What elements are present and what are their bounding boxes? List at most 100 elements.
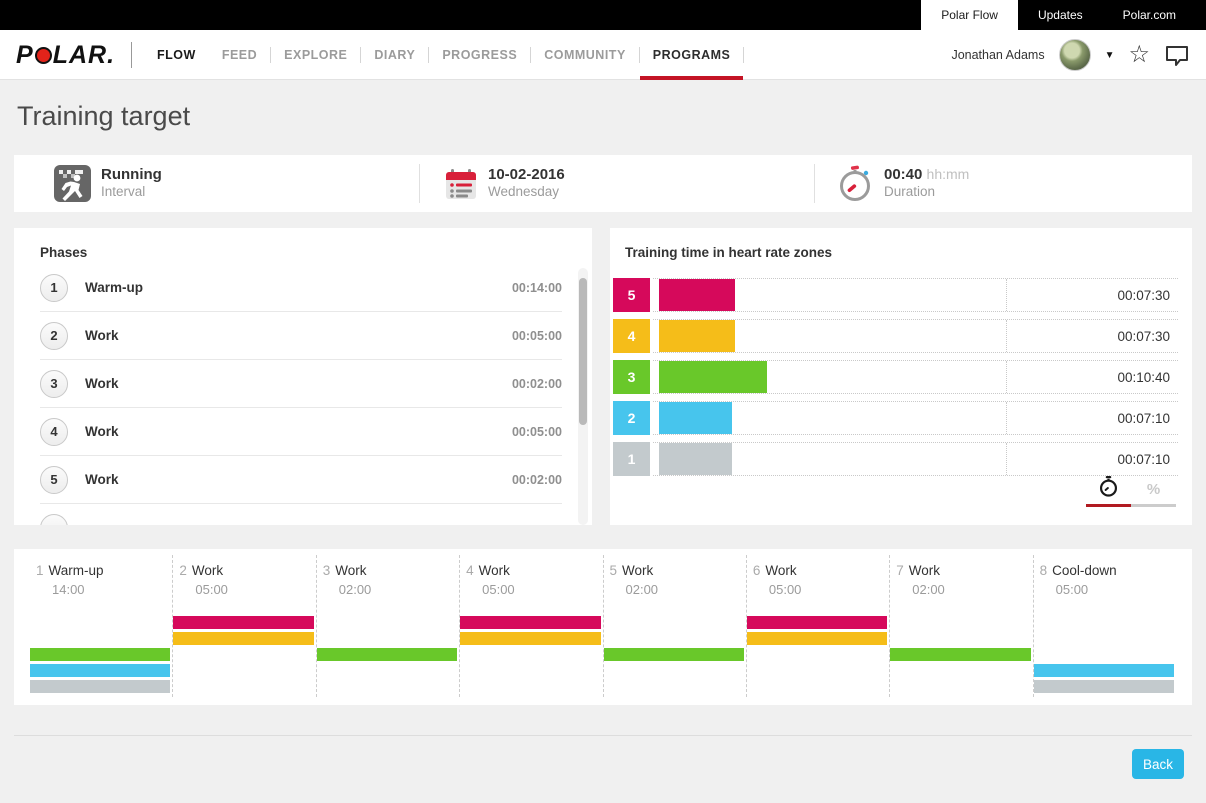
zone-5-bar-track xyxy=(653,279,1006,311)
back-button[interactable]: Back xyxy=(1132,749,1184,779)
tab-polar-com[interactable]: Polar.com xyxy=(1103,0,1196,30)
date-summary: 10-02-2016 Wednesday xyxy=(444,155,565,212)
feedback-chat-icon[interactable] xyxy=(1164,43,1190,67)
duration-summary: 00:40 hh:mm Duration xyxy=(836,155,969,212)
phases-scrollbar-thumb[interactable] xyxy=(579,278,587,425)
timeline-phase-num: 2 xyxy=(179,563,187,578)
timeline-phase-num: 4 xyxy=(466,563,474,578)
nav-item-flow[interactable]: FLOW xyxy=(144,30,209,80)
timeline-phase-6: 6Work 05:00 xyxy=(746,555,889,697)
timeline-phase-1: 1Warm-up 14:00 xyxy=(30,555,172,697)
logo-text-p: P xyxy=(16,41,34,70)
zone-4-band xyxy=(747,632,887,645)
zone-5-bar xyxy=(659,279,735,311)
phase-row-2[interactable]: 2 Work 00:05:00 xyxy=(40,312,562,360)
phase-row-4[interactable]: 4 Work 00:05:00 xyxy=(40,408,562,456)
phase-duration: 00:05:00 xyxy=(512,329,562,343)
phase-name: Work xyxy=(85,472,512,487)
timeline-phase-num: 5 xyxy=(610,563,618,578)
zone-3-bar xyxy=(659,361,767,393)
phases-title: Phases xyxy=(14,228,592,260)
main-navbar: P LAR. FLOW FEED EXPLORE DIARY PROGRESS C… xyxy=(0,30,1206,80)
timeline-phase-name: Work xyxy=(765,563,796,578)
timeline-phase-num: 7 xyxy=(896,563,904,578)
toggle-time-underline xyxy=(1086,504,1131,507)
phase-row-6-partial[interactable] xyxy=(40,504,562,525)
sport-summary: Running Interval xyxy=(54,155,162,212)
nav-item-progress[interactable]: PROGRESS xyxy=(429,30,530,80)
polar-logo[interactable]: P LAR. xyxy=(16,41,115,70)
logo-text-lar: LAR. xyxy=(53,41,115,70)
phase-row-1[interactable]: 1 Warm-up 00:14:00 xyxy=(40,264,562,312)
percent-icon: % xyxy=(1147,481,1160,498)
zone-2-bar-track xyxy=(653,402,1006,434)
zone-1-bar-track xyxy=(653,443,1006,475)
phases-scrollbar-track[interactable] xyxy=(578,268,588,525)
toggle-time-button[interactable] xyxy=(1086,474,1131,507)
timeline-phase-name: Work xyxy=(479,563,510,578)
heart-rate-zones-panel: Training time in heart rate zones 5 00:0… xyxy=(610,228,1192,525)
zone-1-band xyxy=(30,680,170,693)
top-black-bar: Polar Flow Updates Polar.com xyxy=(0,0,1206,30)
zone-1-band xyxy=(1034,680,1174,693)
phase-row-5[interactable]: 5 Work 00:02:00 xyxy=(40,456,562,504)
tab-polar-flow[interactable]: Polar Flow xyxy=(921,0,1018,30)
nav-item-programs[interactable]: PROGRAMS xyxy=(640,30,744,80)
timeline-phase-bands xyxy=(317,616,459,698)
running-sport-icon xyxy=(54,165,91,202)
sport-type: Interval xyxy=(101,184,162,201)
tab-updates[interactable]: Updates xyxy=(1018,0,1103,30)
phase-duration: 00:02:00 xyxy=(512,377,562,391)
timeline-phase-3: 3 Work 02:00 xyxy=(316,555,459,697)
nav-item-explore[interactable]: EXPLORE xyxy=(271,30,360,80)
timeline-phase-bands xyxy=(747,616,889,698)
zone-row-3: 3 00:10:40 xyxy=(613,360,1178,394)
timeline-phase-time: 05:00 xyxy=(1056,582,1176,597)
timeline-phase-name: Cool-down xyxy=(1052,563,1117,578)
zone-3-bar-track xyxy=(653,361,1006,393)
timeline-phase-4: 4Work 05:00 xyxy=(459,555,602,697)
timeline-phase-bands xyxy=(890,616,1032,698)
timeline-phase-bands xyxy=(30,616,172,698)
chevron-down-icon[interactable]: ▼ xyxy=(1105,50,1115,61)
nav-divider xyxy=(743,47,744,63)
timeline-phase-num: 8 xyxy=(1040,563,1048,578)
timeline-phase-time: 05:00 xyxy=(769,582,889,597)
timeline-phase-name: Work xyxy=(335,563,366,578)
toggle-percent-button[interactable]: % xyxy=(1131,474,1176,507)
zone-3-time: 00:10:40 xyxy=(1006,361,1178,393)
duration-unit: hh:mm xyxy=(927,166,970,182)
nav-item-feed[interactable]: FEED xyxy=(209,30,270,80)
timeline-phase-num: 3 xyxy=(323,563,331,578)
zone-2-badge: 2 xyxy=(613,401,650,435)
timeline-phase-name: Warm-up xyxy=(49,563,104,578)
timeline-phase-bands xyxy=(1034,616,1176,698)
timeline-phase-5: 5Work 02:00 xyxy=(603,555,746,697)
zone-3-band xyxy=(604,648,744,661)
sport-name: Running xyxy=(101,166,162,185)
toggle-percent-underline xyxy=(1131,504,1176,507)
duration-label: Duration xyxy=(884,184,969,201)
user-name[interactable]: Jonathan Adams xyxy=(951,48,1044,62)
timeline-phase-name: Work xyxy=(909,563,940,578)
zone-1-badge: 1 xyxy=(613,442,650,476)
zone-5-band xyxy=(747,616,887,629)
page-title: Training target xyxy=(17,101,190,132)
favorites-star-icon[interactable]: ☆ xyxy=(1128,43,1150,67)
phase-row-3[interactable]: 3 Work 00:02:00 xyxy=(40,360,562,408)
target-date: 10-02-2016 xyxy=(488,166,565,185)
zone-4-bar xyxy=(659,320,735,352)
phase-name: Work xyxy=(85,424,512,439)
nav-item-community[interactable]: COMMUNITY xyxy=(531,30,639,80)
user-avatar[interactable] xyxy=(1059,39,1091,71)
summary-divider xyxy=(419,164,420,203)
timeline-phase-time: 02:00 xyxy=(339,582,459,597)
footer-divider xyxy=(14,735,1192,736)
phase-name: Work xyxy=(85,376,512,391)
zone-row-1: 1 00:07:10 xyxy=(613,442,1178,476)
zone-3-band xyxy=(890,648,1030,661)
timeline-phase-bands xyxy=(604,616,746,698)
stopwatch-toggle-icon xyxy=(1086,474,1131,498)
phase-number-badge: 3 xyxy=(40,370,68,398)
nav-item-diary[interactable]: DIARY xyxy=(361,30,428,80)
